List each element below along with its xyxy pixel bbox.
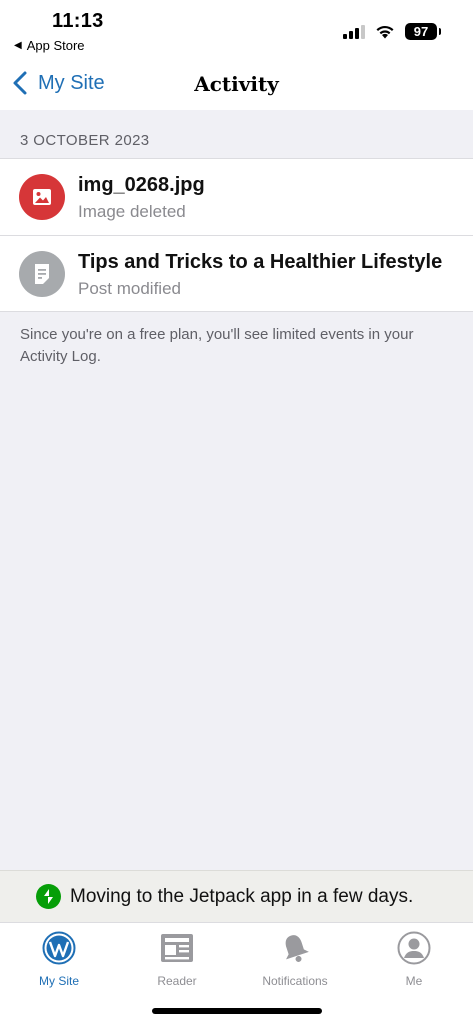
reader-icon [161, 934, 193, 962]
back-to-app-store[interactable]: ◀ App Store [14, 38, 85, 53]
bell-icon [285, 935, 309, 962]
tab-label: My Site [38, 974, 79, 988]
jetpack-icon [36, 884, 61, 909]
home-indicator[interactable] [152, 1008, 322, 1014]
tab-notifications[interactable]: Notifications [236, 931, 354, 988]
activity-list: img_0268.jpg Image deleted Tips and Tric… [0, 158, 473, 312]
free-plan-note: Since you're on a free plan, you'll see … [20, 326, 414, 365]
top-header: 11:13 ◀ App Store 97 My Site Activity [0, 0, 473, 110]
tab-reader[interactable]: Reader [118, 931, 236, 988]
profile-icon [397, 931, 431, 965]
tab-my-site[interactable]: My Site [0, 931, 118, 988]
status-time: 11:13 [52, 10, 104, 32]
post-icon [19, 251, 65, 297]
navigation-bar: My Site Activity [0, 60, 473, 110]
battery-indicator: 97 [405, 23, 441, 40]
activity-item-post-modified[interactable]: Tips and Tricks to a Healthier Lifestyle… [0, 235, 473, 311]
status-bar: 11:13 ◀ App Store 97 [0, 0, 473, 58]
tab-label: Me [405, 974, 423, 988]
wifi-icon [376, 25, 394, 39]
activity-subtitle: Image deleted [78, 202, 186, 221]
activity-title: Tips and Tricks to a Healthier Lifestyle [78, 251, 443, 273]
activity-title: img_0268.jpg [78, 174, 205, 196]
tab-label: Notifications [262, 974, 328, 988]
activity-item-image-deleted[interactable]: img_0268.jpg Image deleted [0, 159, 473, 235]
jetpack-banner[interactable]: Moving to the Jetpack app in a few days. [0, 870, 473, 922]
tab-me[interactable]: Me [355, 931, 473, 988]
tab-label: Reader [157, 974, 197, 988]
date-section-header: 3 OCTOBER 2023 [20, 132, 150, 149]
jetpack-banner-text: Moving to the Jetpack app in a few days. [70, 885, 414, 907]
status-icons: 97 [343, 23, 441, 40]
wordpress-icon [42, 931, 76, 965]
cellular-signal-icon [343, 24, 365, 39]
back-app-label: App Store [26, 38, 85, 53]
image-icon [19, 174, 65, 220]
activity-subtitle: Post modified [78, 279, 181, 298]
back-triangle-icon: ◀ [14, 40, 22, 51]
page-title: Activity [194, 72, 279, 96]
